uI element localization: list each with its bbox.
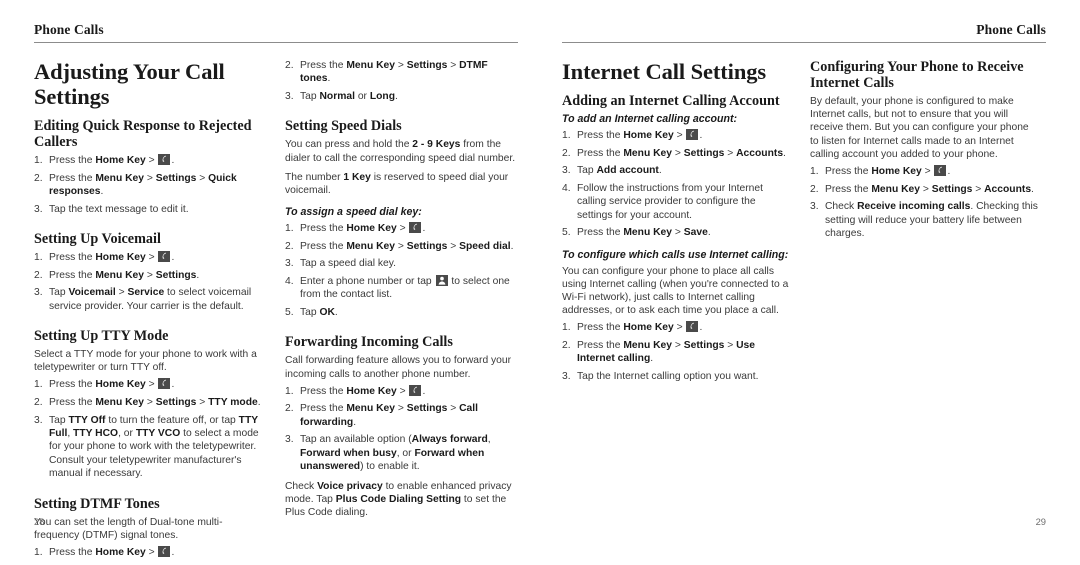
step-item: Press the Menu Key > Settings > Speed di… <box>285 240 514 254</box>
phone-handset-icon <box>409 384 422 396</box>
intro-speed-dials-1: You can press and hold the 2 - 9 Keys fr… <box>285 139 516 164</box>
chapter-title-internet-call-settings: Internet Call Settings <box>562 59 767 84</box>
step-item: Press the Home Key > . <box>810 165 951 179</box>
columns-left: Adjusting Your Call Settings Editing Qui… <box>34 59 518 565</box>
step-item: Press the Menu Key > Settings > TTY mode… <box>34 396 261 410</box>
step-item: Press the Home Key > . <box>34 378 175 392</box>
phone-handset-icon <box>934 165 947 177</box>
phone-handset-icon <box>158 546 171 558</box>
intro-tty-mode: Select a TTY mode for your phone to work… <box>34 349 257 374</box>
phone-handset-icon <box>158 251 171 262</box>
step-item: Press the Menu Key > Settings > DTMF ton… <box>285 59 488 85</box>
page-left: Phone Calls Adjusting Your Call Settings… <box>0 0 540 560</box>
step-item: Tap TTY Off to turn the feature off, or … <box>34 414 259 480</box>
section-heading-adding-internet-calling-account: Adding an Internet Calling Account <box>562 93 780 109</box>
step-item: Tap an available option (Always forward,… <box>285 433 491 473</box>
steps-setting-dtmf-tones: Press the Home Key > . <box>34 546 266 560</box>
step-item: Press the Menu Key > Save. <box>562 226 711 240</box>
step-item: Press the Menu Key > Settings > Quick re… <box>34 172 237 197</box>
section-heading-setting-speed-dials: Setting Speed Dials <box>285 118 402 135</box>
intro-configuring-receive-internet-calls: By default, your phone is configured to … <box>810 96 1029 160</box>
step-item: Enter a phone number or tap to select on… <box>285 275 510 301</box>
steps-configure-which-calls: Press the Home Key > . Press the Menu Ke… <box>562 321 791 384</box>
step-item: Press the Home Key > . <box>34 251 175 265</box>
page-number-right: 29 <box>1035 516 1046 527</box>
section-heading-setting-dtmf-tones: Setting DTMF Tones <box>34 495 160 512</box>
step-item: Press the Menu Key > Settings > Accounts… <box>810 183 1034 197</box>
steps-setting-up-tty-mode: Press the Home Key > . Press the Menu Ke… <box>34 378 266 480</box>
phone-handset-icon <box>409 222 422 234</box>
step-item: Press the Home Key > . <box>285 222 426 236</box>
header-rule-left <box>34 42 518 43</box>
header-rule-right <box>562 42 1046 43</box>
step-item: Tap a speed dial key. <box>285 257 396 271</box>
step-item: Tap Add account. <box>562 164 662 178</box>
step-item: Tap Voicemail > Service to select voicem… <box>34 286 252 312</box>
section-heading-editing-quick-response: Editing Quick Response to Rejected Calle… <box>34 118 252 150</box>
contact-person-icon <box>435 275 448 286</box>
section-heading-forwarding-incoming-calls: Forwarding Incoming Calls <box>285 334 453 351</box>
step-item: Tap OK. <box>285 306 338 320</box>
step-item: Press the Home Key > . <box>562 129 703 143</box>
page-number-left: 28 <box>34 516 45 527</box>
intro-dtmf-tones: You can set the length of Dual-tone mult… <box>34 516 223 541</box>
intro-configure-which-calls: You can configure your phone to place al… <box>562 265 789 317</box>
steps-add-internet-calling-account: Press the Home Key > . Press the Menu Ke… <box>562 129 791 240</box>
page-right: Phone Calls Internet Call Settings Addin… <box>540 0 1080 539</box>
step-item: Press the Menu Key > Settings > Call for… <box>285 402 479 428</box>
step-item: Tap the text message to edit it. <box>34 203 189 217</box>
step-item: Press the Home Key > . <box>285 384 426 399</box>
steps-configuring-receive-internet-calls: Press the Home Key > . Press the Menu Ke… <box>810 165 1039 240</box>
columns-right: Internet Call Settings Adding an Interne… <box>562 59 1046 389</box>
right-column-2: Configuring Your Phone to Receive Intern… <box>810 59 1039 246</box>
section-heading-setting-up-voicemail: Setting Up Voicemail <box>34 231 161 247</box>
intro-forwarding-incoming-calls: Call forwarding feature allows you to fo… <box>285 355 512 380</box>
step-item: Press the Home Key > . <box>34 154 175 168</box>
section-heading-configuring-receive-internet-calls: Configuring Your Phone to Receive Intern… <box>810 59 1024 91</box>
running-header-right: Phone Calls <box>976 22 1046 37</box>
subheading-add-internet-calling-account: To add an Internet calling account: <box>562 113 738 125</box>
running-header-left: Phone Calls <box>34 22 104 37</box>
left-column-1: Adjusting Your Call Settings Editing Qui… <box>34 59 266 565</box>
subheading-assign-speed-dial-key: To assign a speed dial key: <box>285 206 422 219</box>
step-item: Follow the instructions from your Intern… <box>562 182 763 221</box>
step-item: Press the Menu Key > Settings > Accounts… <box>562 147 786 161</box>
steps-setting-dtmf-tones-continued: Press the Menu Key > Settings > DTMF ton… <box>285 59 517 104</box>
phone-handset-icon <box>158 154 171 165</box>
step-item: Press the Menu Key > Settings. <box>34 269 200 283</box>
steps-assign-speed-dial-key: Press the Home Key > . Press the Menu Ke… <box>285 222 517 320</box>
steps-editing-quick-response: Press the Home Key > . Press the Menu Ke… <box>34 154 266 216</box>
phone-handset-icon <box>158 378 171 390</box>
two-page-spread: Phone Calls Adjusting Your Call Settings… <box>0 0 1080 560</box>
intro-speed-dials-2: The number 1 Key is reserved to speed di… <box>285 171 509 197</box>
section-heading-setting-up-tty-mode: Setting Up TTY Mode <box>34 328 169 344</box>
step-item: Tap the Internet calling option you want… <box>562 370 759 384</box>
left-column-2: Press the Menu Key > Settings > DTMF ton… <box>285 59 517 525</box>
step-item: Check Receive incoming calls. Checking t… <box>810 200 1038 240</box>
phone-handset-icon <box>686 129 699 140</box>
step-item: Press the Home Key > . <box>562 321 703 335</box>
step-item: Press the Home Key > . <box>34 546 175 560</box>
step-item: Press the Menu Key > Settings > Use Inte… <box>562 339 756 365</box>
subheading-configure-which-calls: To configure which calls use Internet ca… <box>562 248 789 261</box>
right-column-1: Internet Call Settings Adding an Interne… <box>562 59 791 389</box>
chapter-title-adjusting-call-settings: Adjusting Your Call Settings <box>34 59 225 109</box>
steps-setting-up-voicemail: Press the Home Key > . Press the Menu Ke… <box>34 251 266 313</box>
phone-handset-icon <box>686 321 699 333</box>
steps-forwarding-incoming-calls: Press the Home Key > . Press the Menu Ke… <box>285 384 517 474</box>
step-item: Tap Normal or Long. <box>285 90 398 104</box>
outro-forwarding-incoming-calls: Check Voice privacy to enable enhanced p… <box>285 480 512 519</box>
